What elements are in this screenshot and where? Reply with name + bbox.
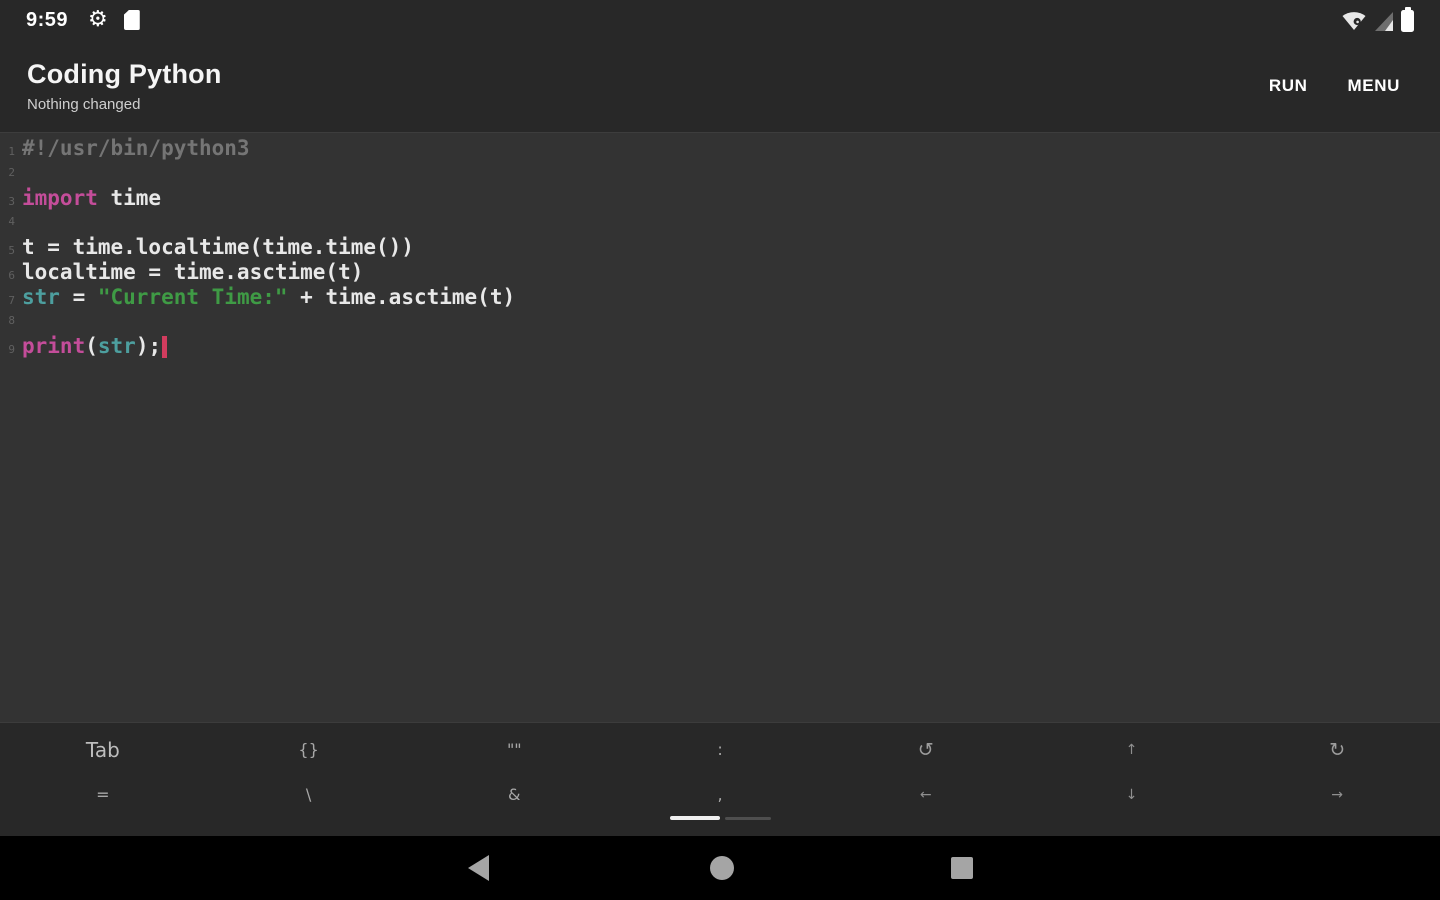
key-redo[interactable]: ↻ — [1234, 727, 1440, 772]
text-cursor — [162, 336, 167, 358]
code-text: #!/usr/bin/python3 — [22, 136, 250, 161]
key-tab[interactable]: Tab — [0, 727, 206, 772]
line-number: 9 — [0, 338, 15, 363]
code-line: 2 — [0, 161, 1440, 186]
keyboard-rows: Tab{}"":↺↑↻ =\&,←↓→ — [0, 727, 1440, 817]
recents-button[interactable] — [930, 836, 994, 900]
code-text: t = time.localtime(time.time()) — [22, 235, 414, 260]
key-quotes[interactable]: "" — [411, 727, 617, 772]
app-bar: Coding Python Nothing changed RUN MENU — [0, 40, 1440, 133]
key-ampersand[interactable]: & — [411, 772, 617, 817]
code-line: 4 — [0, 210, 1440, 235]
line-number: 5 — [0, 239, 15, 264]
home-button[interactable] — [690, 836, 754, 900]
key-arrow-down[interactable]: ↓ — [1029, 772, 1235, 817]
line-number: 4 — [0, 210, 15, 235]
status-right-icons — [1341, 9, 1414, 32]
code-line: 1#!/usr/bin/python3 — [0, 136, 1440, 161]
code-line: 8 — [0, 309, 1440, 334]
code-line: 7str = "Current Time:" + time.asctime(t) — [0, 285, 1440, 310]
code-line: 9print(str); — [0, 334, 1440, 359]
page-dot-active — [670, 816, 720, 820]
keyboard-bar: Tab{}"":↺↑↻ =\&,←↓→ — [0, 722, 1440, 836]
code-text: localtime = time.asctime(t) — [22, 260, 363, 285]
key-braces[interactable]: {} — [206, 727, 412, 772]
android-nav-bar — [0, 836, 1440, 900]
key-arrow-up[interactable]: ↑ — [1029, 727, 1235, 772]
code-editor[interactable]: 1#!/usr/bin/python323import time45t = ti… — [0, 133, 1440, 722]
status-bar: 9:59 ⚙ — [0, 0, 1440, 40]
code-line: 5t = time.localtime(time.time()) — [0, 235, 1440, 260]
clock-text: 9:59 — [26, 9, 68, 32]
recents-square-icon — [951, 857, 973, 879]
key-colon[interactable]: : — [617, 727, 823, 772]
line-number: 2 — [0, 161, 15, 186]
settings-gear-icon: ⚙ — [88, 9, 108, 31]
code-line: 3import time — [0, 186, 1440, 211]
title-block: Coding Python Nothing changed — [0, 59, 222, 113]
key-undo[interactable]: ↺ — [823, 727, 1029, 772]
code-text: import time — [22, 186, 161, 211]
wifi-icon — [1341, 9, 1367, 32]
key-comma[interactable]: , — [617, 772, 823, 817]
battery-icon — [1401, 10, 1414, 32]
menu-button[interactable]: MENU — [1336, 66, 1412, 106]
page-dot — [725, 817, 771, 820]
code-text: print(str); — [22, 334, 167, 359]
save-status-text: Nothing changed — [27, 96, 222, 113]
back-button[interactable] — [446, 836, 510, 900]
key-equals[interactable]: = — [0, 772, 206, 817]
key-arrow-right[interactable]: → — [1234, 772, 1440, 817]
key-backslash[interactable]: \ — [206, 772, 412, 817]
home-circle-icon — [710, 856, 734, 880]
line-number: 8 — [0, 309, 15, 334]
keyboard-page-indicator — [0, 816, 1440, 820]
status-left-icons: ⚙ — [88, 9, 140, 31]
run-button[interactable]: RUN — [1257, 66, 1320, 106]
code-lines: 1#!/usr/bin/python323import time45t = ti… — [0, 136, 1440, 359]
line-number: 6 — [0, 264, 15, 289]
page-title: Coding Python — [27, 59, 222, 90]
back-triangle-icon — [468, 855, 489, 881]
appbar-actions: RUN MENU — [1257, 66, 1412, 106]
code-line: 6localtime = time.asctime(t) — [0, 260, 1440, 285]
code-text: str = "Current Time:" + time.asctime(t) — [22, 285, 515, 310]
file-icon — [124, 10, 140, 30]
cell-signal-icon — [1374, 11, 1394, 32]
key-arrow-left[interactable]: ← — [823, 772, 1029, 817]
